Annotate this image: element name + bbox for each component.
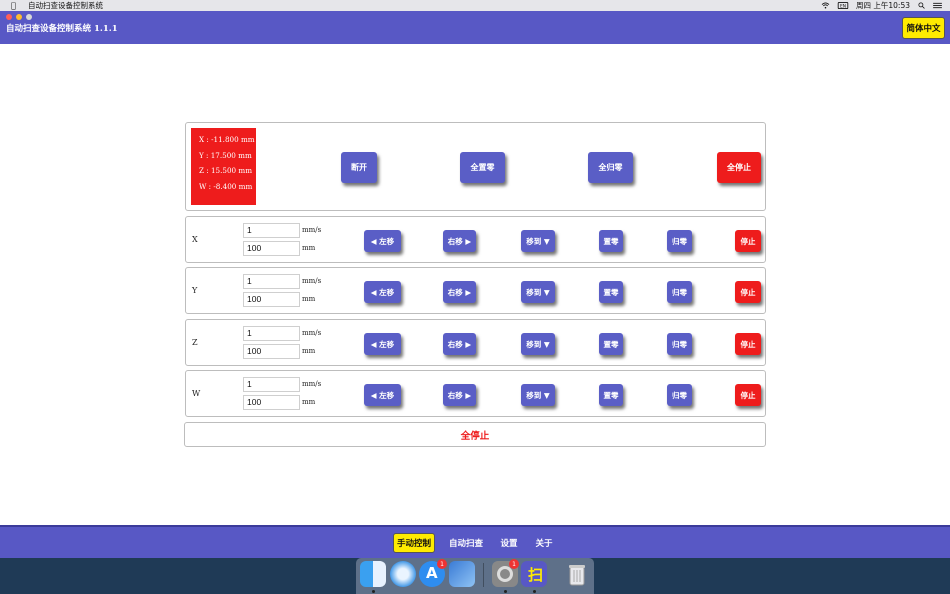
trash-icon[interactable] <box>564 561 590 587</box>
home-button[interactable]: 归零 <box>667 281 692 303</box>
coord-y: Y : 17.500 mm <box>199 150 252 160</box>
running-indicator <box>372 590 375 593</box>
distance-unit: mm <box>302 398 316 406</box>
set-zero-button[interactable]: 置零 <box>599 281 623 303</box>
status-panel: X : -11.800 mm Y : 17.500 mm Z : 15.500 … <box>185 122 766 211</box>
coordinate-readout: X : -11.800 mm Y : 17.500 mm Z : 15.500 … <box>191 128 256 205</box>
menubar-clock[interactable]: 周四 上午10:53 <box>856 0 910 11</box>
finder-icon[interactable] <box>360 561 386 587</box>
distance-unit: mm <box>302 295 316 303</box>
axis-row-w: W 1 mm/s 100 mm ◀ 左移 右移 ▶ 移到 ▼ 置零 归零 停止 <box>185 370 766 417</box>
stop-all-bar-button[interactable]: 全停止 <box>184 422 766 447</box>
move-to-button[interactable]: 移到 ▼ <box>521 230 555 252</box>
distance-unit: mm <box>302 244 316 252</box>
speed-field[interactable]: 1 <box>243 326 300 341</box>
title-bar: 自动扫查设备控制系统 1.1.1 简体中文 <box>0 11 950 44</box>
menubar-app-name[interactable]: 自动扫查设备控制系统 <box>28 0 103 11</box>
move-left-button[interactable]: ◀ 左移 <box>364 230 401 252</box>
set-zero-button[interactable]: 置零 <box>599 384 623 406</box>
dock-separator <box>483 563 484 587</box>
xcode-icon[interactable] <box>449 561 475 587</box>
distance-field[interactable]: 100 <box>243 241 300 256</box>
tab-about[interactable]: 关于 <box>531 533 557 553</box>
home-button[interactable]: 归零 <box>667 230 692 252</box>
axis-label: Y <box>192 286 198 295</box>
distance-field[interactable]: 100 <box>243 395 300 410</box>
axis-label: X <box>192 235 198 244</box>
move-right-button[interactable]: 右移 ▶ <box>443 230 476 252</box>
stop-button[interactable]: 停止 <box>735 384 761 406</box>
close-window-icon[interactable] <box>6 14 12 20</box>
move-right-button[interactable]: 右移 ▶ <box>443 281 476 303</box>
move-to-button[interactable]: 移到 ▼ <box>521 281 555 303</box>
set-zero-button[interactable]: 置零 <box>599 230 623 252</box>
keyboard-input-icon[interactable]: EN <box>837 2 849 9</box>
app-store-badge: 1 <box>437 559 447 569</box>
stop-button[interactable]: 停止 <box>735 281 761 303</box>
speed-unit: mm/s <box>302 226 322 234</box>
macos-menu-bar:  自动扫查设备控制系统 EN 周四 上午10:53 <box>0 0 950 11</box>
fullscreen-window-icon[interactable] <box>26 14 32 20</box>
all-set-zero-button[interactable]: 全置零 <box>460 152 505 183</box>
distance-field[interactable]: 100 <box>243 344 300 359</box>
axis-row-y: Y 1 mm/s 100 mm ◀ 左移 右移 ▶ 移到 ▼ 置零 归零 停止 <box>185 267 766 314</box>
safari-icon[interactable] <box>390 561 416 587</box>
home-button[interactable]: 归零 <box>667 384 692 406</box>
tab-auto-scan[interactable]: 自动扫查 <box>446 533 486 553</box>
system-preferences-badge: 1 <box>509 559 519 569</box>
stop-button[interactable]: 停止 <box>735 230 761 252</box>
running-indicator <box>504 590 507 593</box>
search-icon[interactable] <box>917 2 926 9</box>
coord-z: Z : 15.500 mm <box>199 166 253 175</box>
move-left-button[interactable]: ◀ 左移 <box>364 333 401 355</box>
speed-field[interactable]: 1 <box>243 223 300 238</box>
home-button[interactable]: 归零 <box>667 333 692 355</box>
all-stop-button[interactable]: 全停止 <box>717 152 761 183</box>
running-indicator <box>533 590 536 593</box>
language-button[interactable]: 简体中文 <box>902 17 945 39</box>
move-to-button[interactable]: 移到 ▼ <box>521 384 555 406</box>
coord-x: X : -11.800 mm <box>199 135 255 144</box>
coord-w: W : -8.400 mm <box>199 181 253 191</box>
move-left-button[interactable]: ◀ 左移 <box>364 281 401 303</box>
speed-unit: mm/s <box>302 329 322 337</box>
app-title: 自动扫查设备控制系统 1.1.1 <box>6 24 118 34</box>
distance-unit: mm <box>302 347 316 355</box>
move-left-button[interactable]: ◀ 左移 <box>364 384 401 406</box>
wifi-icon[interactable] <box>821 2 830 9</box>
speed-field[interactable]: 1 <box>243 377 300 392</box>
speed-unit: mm/s <box>302 380 322 388</box>
move-right-button[interactable]: 右移 ▶ <box>443 333 476 355</box>
svg-text:EN: EN <box>840 3 846 9</box>
axis-row-z: Z 1 mm/s 100 mm ◀ 左移 右移 ▶ 移到 ▼ 置零 归零 停止 <box>185 319 766 366</box>
distance-field[interactable]: 100 <box>243 292 300 307</box>
axis-label: Z <box>192 338 198 347</box>
scan-app-icon[interactable]: 扫 <box>521 561 547 587</box>
tab-manual-control[interactable]: 手动控制 <box>393 533 435 553</box>
minimize-window-icon[interactable] <box>16 14 22 20</box>
macos-dock: A 1 1 扫 <box>356 558 594 594</box>
disconnect-button[interactable]: 断开 <box>341 152 377 183</box>
speed-unit: mm/s <box>302 277 322 285</box>
all-home-button[interactable]: 全归零 <box>588 152 633 183</box>
tab-settings[interactable]: 设置 <box>496 533 522 553</box>
move-to-button[interactable]: 移到 ▼ <box>521 333 555 355</box>
move-right-button[interactable]: 右移 ▶ <box>443 384 476 406</box>
bottom-tab-bar: 手动控制 自动扫查 设置 关于 <box>0 525 950 558</box>
set-zero-button[interactable]: 置零 <box>599 333 623 355</box>
control-center-icon[interactable] <box>933 2 942 9</box>
apple-logo-icon[interactable]:  <box>11 0 16 11</box>
axis-row-x: X 1 mm/s 100 mm ◀ 左移 右移 ▶ 移到 ▼ 置零 归零 停止 <box>185 216 766 263</box>
speed-field[interactable]: 1 <box>243 274 300 289</box>
axis-label: W <box>192 389 201 398</box>
stop-button[interactable]: 停止 <box>735 333 761 355</box>
app-window: 自动扫查设备控制系统 1.1.1 简体中文 X : -11.800 mm Y :… <box>0 11 950 558</box>
